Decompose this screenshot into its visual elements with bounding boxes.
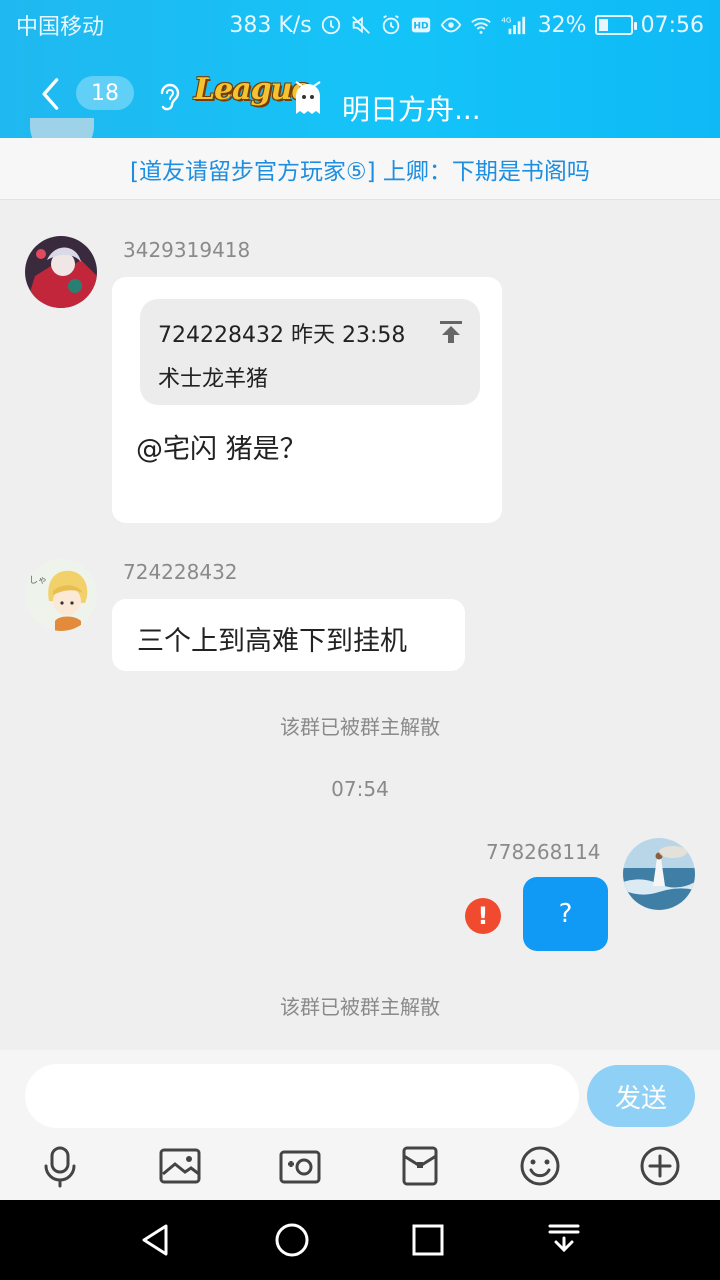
chevron-left-icon	[42, 78, 59, 110]
my-message-bubble[interactable]: ?	[523, 877, 608, 951]
system-nav-bar	[0, 1200, 720, 1280]
message-input[interactable]	[25, 1064, 579, 1128]
message-text: @宅闪 猪是？	[136, 434, 307, 465]
eye-icon	[440, 14, 462, 36]
battery-fill	[598, 19, 609, 31]
sender-name: 778268114	[486, 840, 601, 864]
nav-home-icon[interactable]	[270, 1218, 314, 1262]
quoted-message[interactable]: 724228432 昨天 23:58 术士龙羊猪	[140, 299, 480, 405]
picture-icon[interactable]	[156, 1142, 204, 1190]
system-notice: 该群已被群主解散	[280, 715, 440, 739]
unread-badge[interactable]: 18	[76, 76, 134, 110]
avatar[interactable]: しゃ	[25, 559, 97, 631]
battery-icon	[594, 15, 637, 35]
avatar[interactable]	[623, 838, 695, 910]
status-icons: 383 K/s HD 4G 32% 07:56	[229, 13, 704, 38]
hd-icon: HD	[410, 14, 432, 36]
carrier-name: 中国移动	[16, 15, 105, 40]
mute-icon	[350, 14, 372, 36]
network-speed: 383 K/s	[229, 12, 312, 38]
timestamp: 07:54	[331, 777, 389, 801]
chat-title[interactable]: 明日方舟...	[342, 88, 481, 128]
jump-to-top-icon[interactable]	[438, 319, 464, 345]
league-logo: League	[194, 72, 311, 107]
ghost-icon	[290, 80, 326, 118]
send-failed-icon[interactable]: !	[465, 898, 501, 934]
emoji-icon[interactable]	[516, 1142, 564, 1190]
system-notice: 该群已被群主解散	[280, 995, 440, 1019]
plus-icon[interactable]	[636, 1142, 684, 1190]
red-packet-icon[interactable]	[396, 1142, 444, 1190]
clock: 07:56	[640, 12, 704, 38]
svg-text:4G: 4G	[501, 15, 512, 24]
title-bar: 18 League 明日方舟...	[0, 58, 720, 130]
avatar[interactable]	[25, 236, 97, 308]
alarm-icon	[380, 14, 402, 36]
sender-name: 3429319418	[123, 238, 251, 262]
nav-notifications-icon[interactable]	[542, 1218, 586, 1262]
ear-icon[interactable]	[154, 80, 184, 114]
back-button[interactable]	[30, 72, 70, 116]
camera-icon[interactable]	[276, 1142, 324, 1190]
nav-back-icon[interactable]	[134, 1218, 178, 1262]
group-announcement[interactable]: [道友请留步官方玩家⑤] 上卿：下期是书阁吗	[0, 138, 720, 200]
sender-name: 724228432	[123, 560, 238, 584]
input-area: 发送	[0, 1050, 720, 1200]
app-header: 中国移动 383 K/s HD 4G 32% 07:56 18 League 明…	[0, 0, 720, 138]
battery-percent: 32%	[537, 12, 587, 38]
svg-text:しゃ: しゃ	[29, 575, 47, 586]
data-saver-icon	[320, 14, 342, 36]
send-button[interactable]: 发送	[587, 1065, 695, 1127]
status-bar: 中国移动 383 K/s HD 4G 32% 07:56	[0, 0, 720, 50]
quote-header: 724228432 昨天 23:58	[158, 323, 406, 348]
message-bubble[interactable]: 三个上到高难下到挂机	[112, 599, 465, 671]
nav-recents-icon[interactable]	[406, 1218, 450, 1262]
message-bubble[interactable]: 724228432 昨天 23:58 术士龙羊猪 @宅闪 猪是？	[112, 277, 502, 523]
svg-text:HD: HD	[413, 21, 429, 32]
signal-icon: 4G	[500, 14, 530, 36]
microphone-icon[interactable]	[36, 1142, 84, 1190]
message-text: ?	[558, 899, 573, 929]
message-text: 三个上到高难下到挂机	[137, 626, 407, 657]
wifi-icon	[470, 14, 492, 36]
quote-body: 术士龙羊猪	[158, 367, 269, 392]
